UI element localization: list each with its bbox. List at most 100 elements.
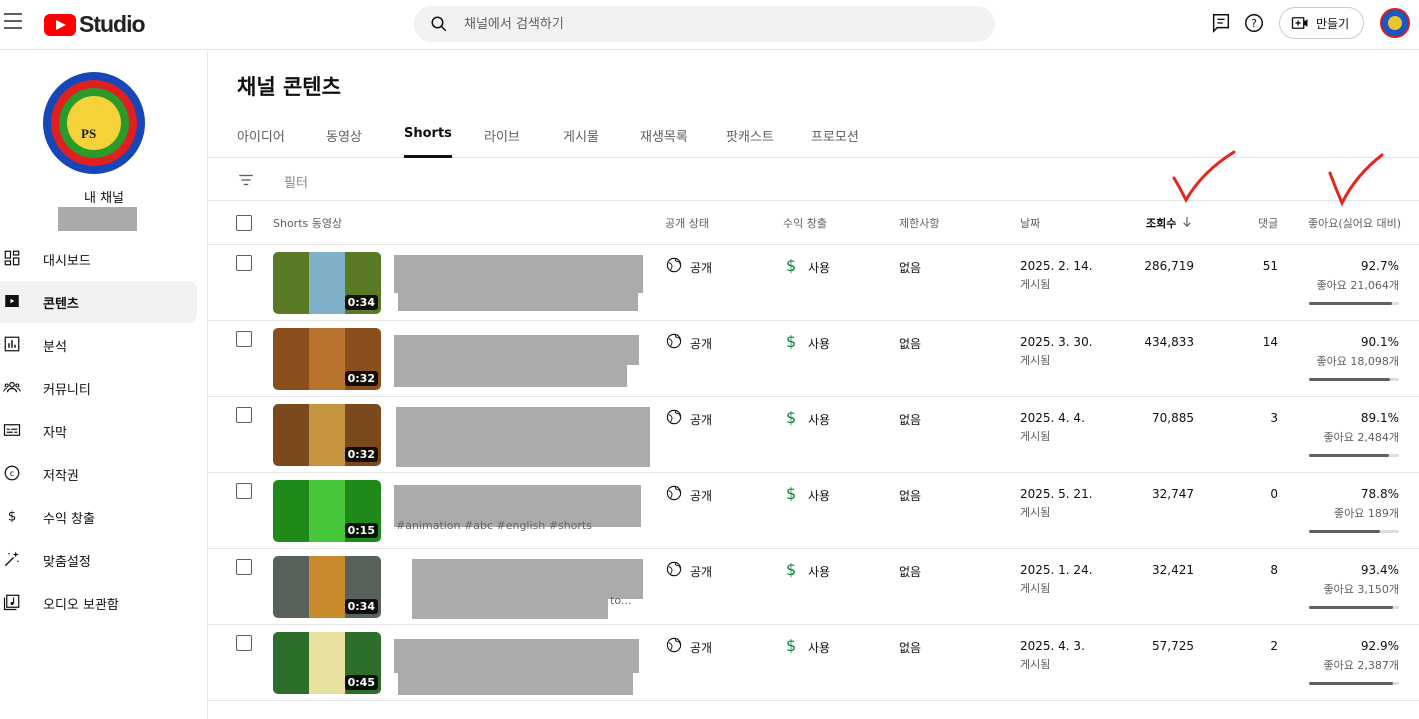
column-comments[interactable]: 댓글 <box>1258 215 1278 231</box>
studio-logo[interactable]: Studio <box>44 11 146 38</box>
monetization-value[interactable]: 사용 <box>808 259 830 276</box>
table-row[interactable]: 0:32 공개 $ 사용 없음 2025. 4. 4. 게시됨 70,885 3… <box>208 397 1419 473</box>
tab-playlists[interactable]: 재생목록 <box>640 126 688 158</box>
row-checkbox[interactable] <box>236 483 252 499</box>
monetization-value[interactable]: 사용 <box>808 487 830 504</box>
sidebar-item-analytics[interactable]: 분석 <box>0 324 197 366</box>
monetization-value[interactable]: 사용 <box>808 639 830 656</box>
date-value: 2025. 2. 14. <box>1020 259 1093 273</box>
tab-promotions[interactable]: 프로모션 <box>811 126 859 158</box>
visibility-value[interactable]: 공개 <box>690 335 712 352</box>
sidebar-item-content[interactable]: 콘텐츠 <box>0 281 197 323</box>
filter-icon[interactable] <box>236 171 256 189</box>
video-thumbnail[interactable]: 0:34 <box>273 556 381 618</box>
video-thumbnail[interactable]: 0:45 <box>273 632 381 694</box>
tab-shorts[interactable]: Shorts <box>404 126 452 158</box>
dollar-icon: $ <box>786 560 797 579</box>
sort-descending-icon[interactable] <box>1182 216 1192 228</box>
table-row[interactable]: 0:45 공개 $ 사용 없음 2025. 4. 3. 게시됨 57,725 2… <box>208 625 1419 701</box>
sidebar-item-dashboard[interactable]: 대시보드 <box>0 238 197 280</box>
like-count: 좋아요 21,064개 <box>1316 279 1399 292</box>
sidebar-item-label: 오디오 보관함 <box>43 597 119 613</box>
title-redacted <box>412 559 643 599</box>
sidebar-item-subtitles[interactable]: 자막 <box>0 410 197 452</box>
table-row[interactable]: 0:34 to... 공개 $ 사용 없음 2025. 1. 24. 게시됨 3… <box>208 549 1419 625</box>
column-date[interactable]: 날짜 <box>1020 215 1040 231</box>
tab-posts[interactable]: 게시물 <box>563 126 599 158</box>
visibility-value[interactable]: 공개 <box>690 487 712 504</box>
date-value: 2025. 5. 21. <box>1020 487 1093 501</box>
table-row[interactable]: 0:34 공개 $ 사용 없음 2025. 2. 14. 게시됨 286,719… <box>208 245 1419 321</box>
monetization-value[interactable]: 사용 <box>808 563 830 580</box>
sidebar-item-monetization[interactable]: $ 수익 창출 <box>0 496 197 538</box>
restrictions-value: 없음 <box>899 489 922 503</box>
sidebar-item-community[interactable]: 커뮤니티 <box>0 367 197 409</box>
create-button[interactable]: 만들기 <box>1279 7 1364 39</box>
search-bar[interactable] <box>414 6 995 42</box>
date-value: 2025. 3. 30. <box>1020 335 1093 349</box>
video-thumbnail[interactable]: 0:32 <box>273 404 381 466</box>
tab-podcasts[interactable]: 팟캐스트 <box>726 126 774 158</box>
visibility-value[interactable]: 공개 <box>690 563 712 580</box>
like-ratio-bar <box>1309 606 1399 609</box>
row-checkbox[interactable] <box>236 635 252 651</box>
monetization-value[interactable]: 사용 <box>808 335 830 352</box>
row-checkbox[interactable] <box>236 407 252 423</box>
column-monetization[interactable]: 수익 창출 <box>783 215 827 231</box>
visibility-value[interactable]: 공개 <box>690 411 712 428</box>
help-icon[interactable]: ? <box>1243 12 1265 34</box>
like-count: 좋아요 2,387개 <box>1323 659 1399 672</box>
views-value: 32,421 <box>1152 563 1194 577</box>
subtitles-icon <box>3 424 21 436</box>
account-avatar[interactable] <box>1380 8 1410 38</box>
video-thumbnail[interactable]: 0:15 <box>273 480 381 542</box>
sidebar-item-label: 대시보드 <box>43 253 91 269</box>
column-views[interactable]: 조회수 <box>1146 215 1176 231</box>
sidebar-item-audio-library[interactable]: 오디오 보관함 <box>0 582 197 624</box>
date-value: 2025. 4. 3. <box>1020 639 1085 653</box>
search-icon[interactable] <box>430 15 448 33</box>
visibility-value[interactable]: 공개 <box>690 639 712 656</box>
dollar-icon: $ <box>786 408 797 427</box>
views-value: 57,725 <box>1152 639 1194 653</box>
customization-icon <box>4 551 19 567</box>
channel-avatar[interactable]: PS <box>43 72 145 174</box>
date-status: 게시됨 <box>1020 430 1051 443</box>
like-ratio-bar <box>1309 454 1399 457</box>
globe-icon <box>666 333 682 349</box>
column-likes[interactable]: 좋아요(싫어요 대비) <box>1308 215 1401 231</box>
dollar-icon: $ <box>786 332 797 351</box>
row-checkbox[interactable] <box>236 331 252 347</box>
comments-value: 8 <box>1270 563 1278 577</box>
description-redacted <box>394 365 627 387</box>
search-input[interactable] <box>464 6 974 42</box>
tab-ideas[interactable]: 아이디어 <box>237 126 285 158</box>
visibility-value[interactable]: 공개 <box>690 259 712 276</box>
table-row[interactable]: 0:32 공개 $ 사용 없음 2025. 3. 30. 게시됨 434,833… <box>208 321 1419 397</box>
feedback-icon[interactable] <box>1210 12 1232 34</box>
row-checkbox[interactable] <box>236 559 252 575</box>
sidebar-item-label: 콘텐츠 <box>43 296 79 312</box>
sidebar-item-copyright[interactable]: c 저작권 <box>0 453 197 495</box>
menu-icon[interactable] <box>4 13 22 29</box>
monetization-value[interactable]: 사용 <box>808 411 830 428</box>
sidebar-item-customization[interactable]: 맞춤설정 <box>0 539 197 581</box>
tab-live[interactable]: 라이브 <box>484 126 520 158</box>
dollar-icon: $ <box>786 256 797 275</box>
dollar-icon: $ <box>786 484 797 503</box>
column-visibility[interactable]: 공개 상태 <box>665 215 709 231</box>
select-all-checkbox[interactable] <box>236 215 252 231</box>
video-thumbnail[interactable]: 0:34 <box>273 252 381 314</box>
like-count: 좋아요 2,484개 <box>1323 431 1399 444</box>
description-redacted <box>398 293 638 311</box>
comments-value: 14 <box>1262 335 1278 349</box>
create-label: 만들기 <box>1316 16 1350 31</box>
row-checkbox[interactable] <box>236 255 252 271</box>
filter-input[interactable]: 필터 <box>284 172 308 191</box>
column-restrictions[interactable]: 제한사항 <box>899 215 939 231</box>
table-row[interactable]: 0:15 #animation #abc #english #shorts 공개… <box>208 473 1419 549</box>
tab-videos[interactable]: 동영상 <box>326 126 362 158</box>
annotation-checkmark <box>1172 150 1236 204</box>
page-title: 채널 콘텐츠 <box>237 75 341 99</box>
video-thumbnail[interactable]: 0:32 <box>273 328 381 390</box>
